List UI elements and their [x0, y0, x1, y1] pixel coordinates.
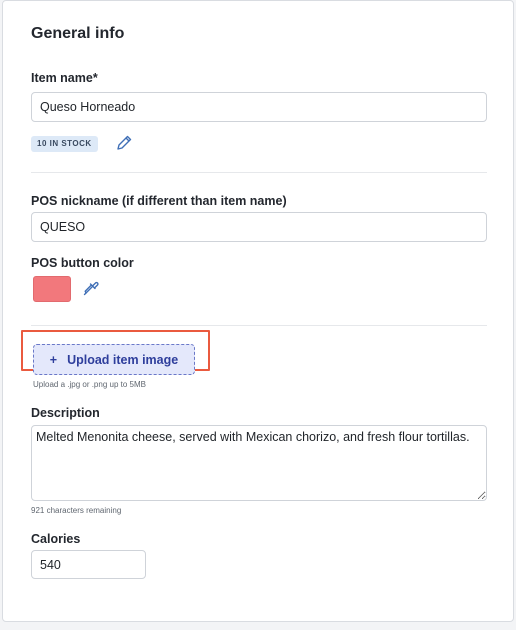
upload-button-label: Upload item image [67, 352, 179, 367]
pos-nickname-label: POS nickname (if different than item nam… [31, 194, 287, 208]
upload-image-button[interactable]: + Upload item image [33, 344, 195, 375]
pos-button-color-label: POS button color [31, 256, 134, 270]
characters-remaining: 921 characters remaining [31, 506, 122, 515]
description-label: Description [31, 406, 100, 420]
calories-label: Calories [31, 532, 81, 546]
description-textarea[interactable]: Melted Menonita cheese, served with Mexi… [31, 425, 487, 501]
upload-hint: Upload a .jpg or .png up to 5MB [33, 380, 146, 389]
color-swatch[interactable] [33, 276, 71, 302]
item-name-label: Item name* [31, 71, 98, 85]
plus-icon: + [49, 352, 58, 367]
item-form-card: General info Item name* 10 IN STOCK POS … [2, 0, 514, 622]
item-name-input[interactable] [31, 92, 487, 122]
section-title: General info [31, 25, 125, 42]
stock-badge: 10 IN STOCK [31, 136, 98, 152]
divider [31, 325, 487, 326]
calories-input[interactable] [31, 550, 146, 579]
pos-nickname-input[interactable] [31, 212, 487, 242]
divider [31, 172, 487, 173]
pencil-icon[interactable] [115, 134, 133, 152]
eyedropper-icon[interactable] [82, 279, 100, 297]
